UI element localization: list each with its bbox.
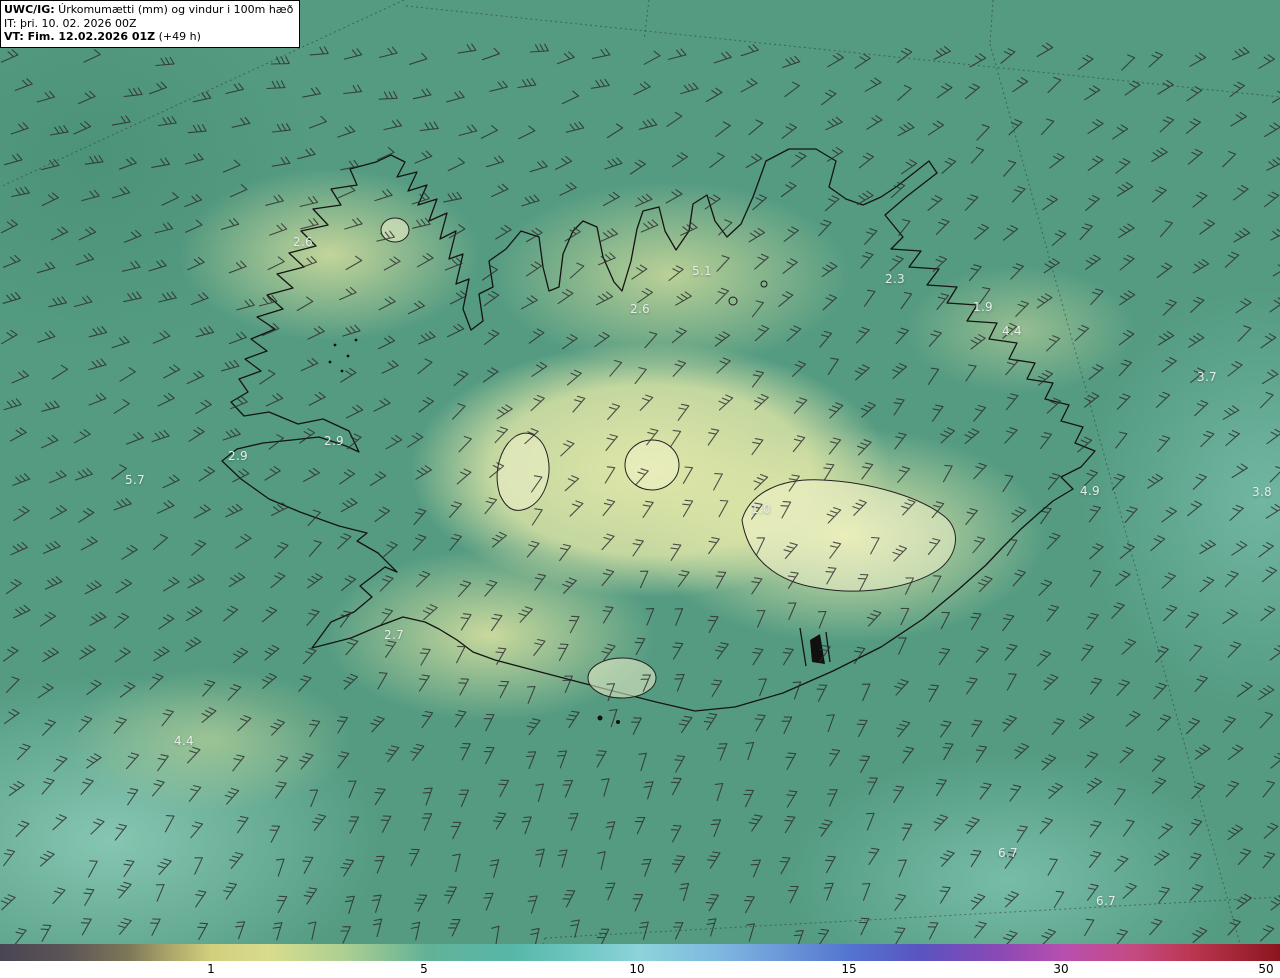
graticule-line — [990, 0, 993, 44]
product-title: Úrkomumætti (mm) og vindur i 100m hæð — [55, 3, 294, 16]
iceland-coastline — [222, 149, 1095, 711]
colorbar: 1510153050 — [0, 944, 1280, 978]
colorbar-tick-label: 10 — [629, 961, 644, 977]
island-breidafjordur — [347, 355, 350, 358]
valid-time-suffix: (+49 h) — [155, 30, 201, 43]
colorbar-gradient — [0, 944, 1280, 961]
graticule-line — [644, 0, 649, 40]
precip-value-label: 3.7 — [1197, 370, 1217, 384]
island-breidafjordur — [334, 344, 337, 347]
island-breidafjordur — [355, 339, 358, 342]
glacier-outline-langjokull — [497, 433, 549, 510]
lake-myvatn — [729, 297, 737, 305]
river-delta — [810, 634, 825, 664]
valid-time-line: VT: Fim. 12.02.2026 01Z (+49 h) — [4, 30, 293, 44]
precip-value-label: 2.9 — [324, 434, 344, 448]
glacier-outline-myrdalsjokull — [588, 658, 656, 698]
weather-map-app: 2.6 5.1 2.6 2.3 1.9 4.4 3.7 2.9 2.9 5.7 4.9 3.8 1.0 2… — [0, 0, 1280, 978]
lake-small — [761, 281, 767, 287]
precip-value-label: 1.9 — [973, 300, 993, 314]
valid-time: VT: Fim. 12.02.2026 01Z — [4, 30, 155, 43]
colorbar-tick-label: 30 — [1053, 961, 1068, 977]
precip-value-label: 6.7 — [1096, 894, 1116, 908]
precip-value-label: 2.7 — [384, 628, 404, 642]
precip-value-label: 4.9 — [1080, 484, 1100, 498]
graticule-line — [990, 44, 1240, 944]
island-vestmannaeyjar — [616, 720, 620, 724]
precip-value-label: 2.6 — [630, 302, 650, 316]
info-box: UWC/IG: Úrkomumætti (mm) og vindur i 100… — [0, 0, 300, 48]
precip-value-label: 4.4 — [174, 734, 194, 748]
precip-value-label: 3.8 — [1252, 485, 1272, 499]
precip-value-label: 5.1 — [692, 264, 712, 278]
init-time: IT: þri. 10. 02. 2026 00Z — [4, 17, 293, 31]
colorbar-tick-label: 1 — [207, 961, 215, 977]
colorbar-labels: 1510153050 — [0, 961, 1280, 978]
precip-value-label: 1.0 — [751, 502, 771, 516]
precip-value-label: 2.3 — [885, 272, 905, 286]
colorbar-tick-label: 50 — [1258, 961, 1273, 977]
island-vestmannaeyjar — [598, 716, 603, 721]
product-label: UWC/IG: — [4, 3, 55, 16]
precip-value-label: 5.7 — [125, 473, 145, 487]
precip-value-label: 4.4 — [1002, 324, 1022, 338]
glacier-outline-hofsjokull — [625, 440, 679, 490]
precip-value-label: 6.7 — [998, 846, 1018, 860]
colorbar-tick-label: 15 — [841, 961, 856, 977]
island-breidafjordur — [329, 361, 332, 364]
glacier-outline-vatnajokull — [742, 480, 955, 591]
graticule-line — [545, 897, 1280, 938]
precip-value-label: 2.6 — [293, 235, 313, 249]
map-overlay — [0, 0, 1280, 944]
precip-value-label: 2.9 — [228, 449, 248, 463]
colorbar-tick-label: 5 — [420, 961, 428, 977]
map-canvas: 2.6 5.1 2.6 2.3 1.9 4.4 3.7 2.9 2.9 5.7 4.9 3.8 1.0 2… — [0, 0, 1280, 944]
product-title-line: UWC/IG: Úrkomumætti (mm) og vindur i 100… — [4, 3, 293, 17]
island-breidafjordur — [341, 370, 344, 373]
